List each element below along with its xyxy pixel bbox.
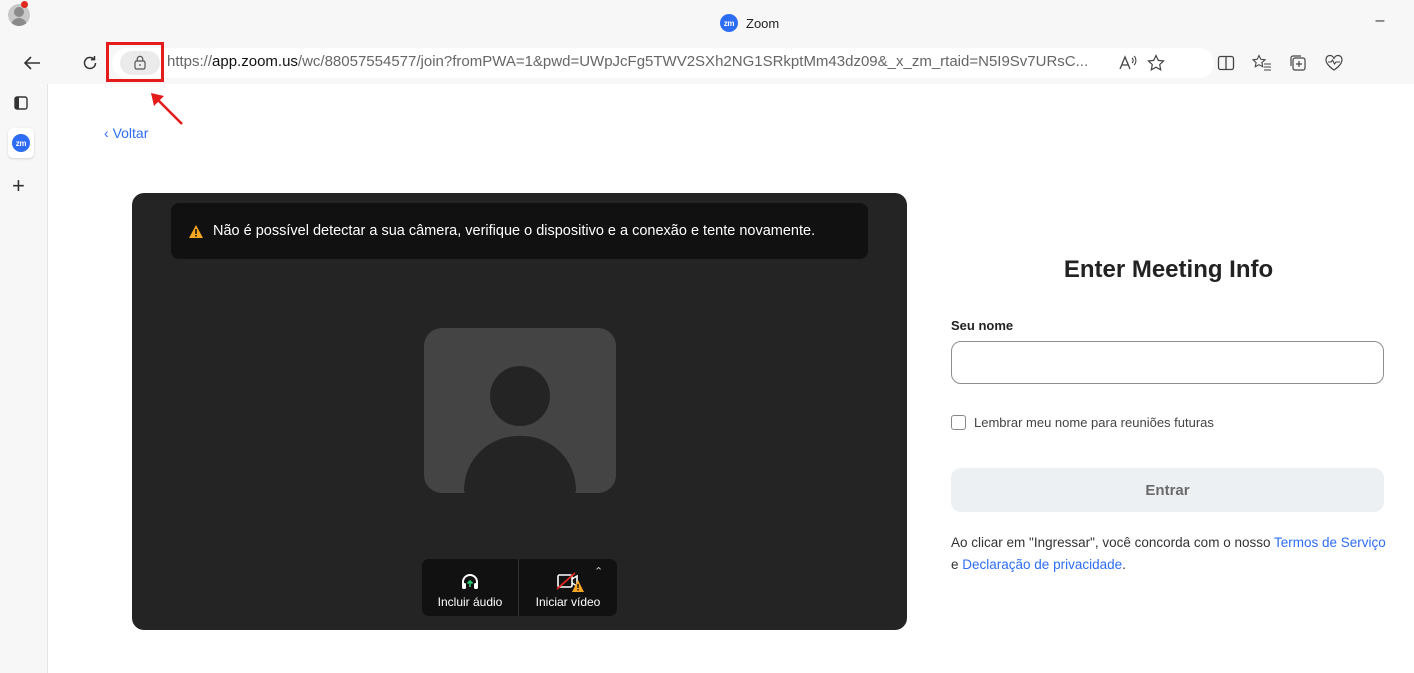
- camera-warning-text: Não é possível detectar a sua câmera, ve…: [213, 223, 816, 239]
- back-button[interactable]: [18, 50, 46, 76]
- name-label: Seu nome: [951, 318, 1014, 333]
- join-audio-label: Incluir áudio: [437, 595, 503, 609]
- terms-mid: e: [951, 557, 963, 572]
- minimize-button[interactable]: –: [1368, 12, 1392, 32]
- title-bar: [0, 0, 1414, 42]
- tab-actions-button[interactable]: [7, 90, 35, 116]
- window-title: zm Zoom: [720, 14, 779, 32]
- privacy-statement-link[interactable]: Declaração de privacidade: [962, 557, 1122, 572]
- form-title: Enter Meeting Info: [1063, 256, 1274, 283]
- heart-pulse-icon: [1325, 54, 1343, 71]
- chevron-left-icon: ‹: [104, 125, 113, 141]
- warning-icon: [189, 224, 203, 238]
- split-screen-button[interactable]: [1212, 50, 1240, 76]
- reload-button[interactable]: [76, 50, 104, 76]
- join-button[interactable]: Entrar: [951, 468, 1384, 512]
- camera-warning-banner: Não é possível detectar a sua câmera, ve…: [171, 203, 868, 259]
- terms-notice: Ao clicar em "Ingressar", você concorda …: [951, 532, 1386, 576]
- remember-name-label[interactable]: Lembrar meu nome para reuniões futuras: [974, 415, 1214, 430]
- window-title-text: Zoom: [746, 15, 780, 31]
- back-link-label: Voltar: [112, 125, 149, 141]
- collections-button[interactable]: [1284, 50, 1312, 76]
- url-host: app.zoom.us: [212, 53, 298, 70]
- terms-of-service-link[interactable]: Termos de Serviço: [1274, 535, 1386, 550]
- terms-prefix: Ao clicar em "Ingressar", você concorda …: [951, 535, 1274, 550]
- url-text[interactable]: https://app.zoom.us/wc/88057554577/join?…: [167, 53, 1102, 73]
- reload-icon: [83, 56, 97, 70]
- notification-dot: [21, 1, 28, 8]
- read-aloud-icon: [1119, 55, 1137, 70]
- video-off-icon: [556, 572, 584, 592]
- tab-actions-icon: [14, 96, 28, 110]
- read-aloud-button[interactable]: [1114, 50, 1142, 76]
- zoom-logo-icon: zm: [12, 134, 30, 152]
- name-input[interactable]: [951, 341, 1384, 384]
- star-icon: [1147, 54, 1165, 71]
- url-prefix: https://: [167, 53, 213, 70]
- collections-icon: [1290, 55, 1306, 71]
- zoom-logo-icon: zm: [720, 14, 738, 32]
- browser-essentials-button[interactable]: [1320, 50, 1348, 76]
- headphones-icon: [462, 574, 478, 589]
- join-audio-button[interactable]: Incluir áudio: [422, 559, 518, 616]
- sidebar-tab-zoom[interactable]: zm: [8, 128, 34, 158]
- arrow-left-icon: [23, 56, 40, 70]
- back-link[interactable]: ‹ Voltar: [104, 125, 148, 141]
- favorites-list-icon: [1252, 54, 1271, 71]
- remember-name-checkbox[interactable]: [951, 415, 966, 430]
- terms-suffix: .: [1122, 557, 1126, 572]
- profile-avatar-icon[interactable]: [8, 4, 30, 26]
- video-options-caret-icon[interactable]: ⌃: [594, 565, 603, 578]
- split-screen-icon: [1217, 55, 1235, 71]
- highlight-box: [106, 42, 164, 82]
- favorite-button[interactable]: [1142, 50, 1170, 76]
- url-path: /wc/88057554577/join?fromPWA=1&pwd=UWpJc…: [297, 53, 1089, 70]
- start-video-label: Iniciar vídeo: [535, 595, 601, 609]
- annotation-arrow-icon: [151, 93, 183, 125]
- person-icon-head: [490, 366, 550, 426]
- favorites-button[interactable]: [1248, 50, 1276, 76]
- new-tab-button[interactable]: +: [12, 175, 25, 197]
